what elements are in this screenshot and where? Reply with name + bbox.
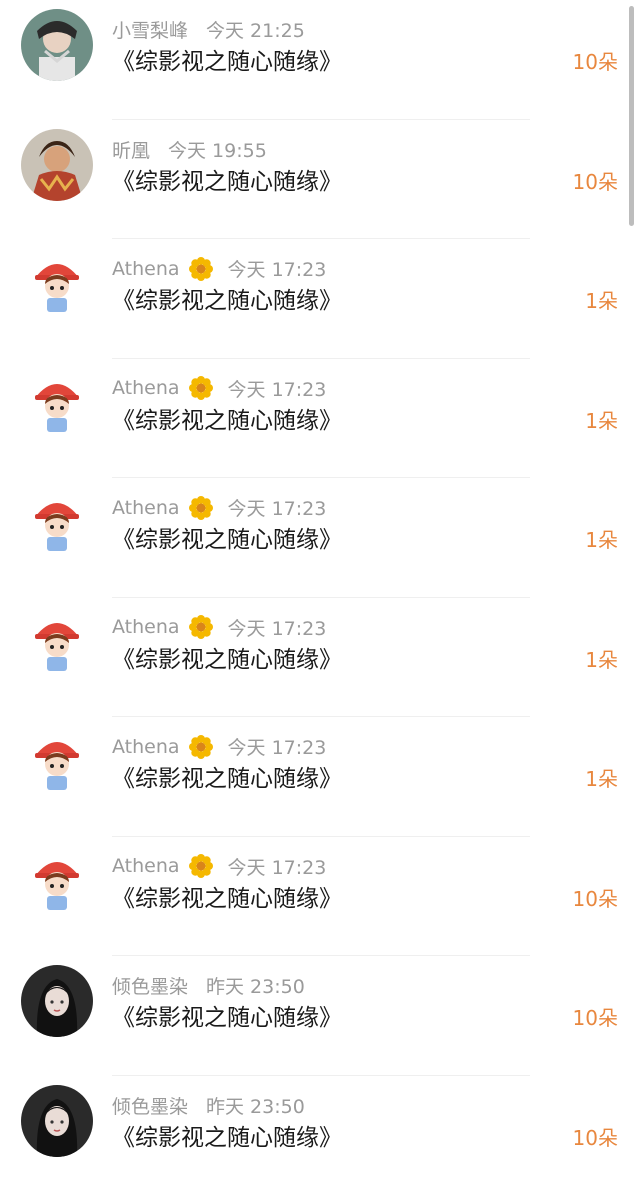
flower-count: 1朵: [585, 285, 618, 314]
list-item[interactable]: Athena 今天 17:23 《综影视之随心随缘》 1朵: [0, 478, 640, 598]
item-title[interactable]: 《综影视之随心随缘》: [112, 281, 342, 315]
timestamp: 昨天 23:50: [206, 1092, 305, 1119]
list-item[interactable]: 小雪梨峰 今天 21:25 《综影视之随心随缘》 10朵: [0, 0, 640, 120]
item-title[interactable]: 《综影视之随心随缘》: [112, 162, 342, 196]
flower-count: 1朵: [585, 763, 618, 792]
list-item[interactable]: 昕凰 今天 19:55 《综影视之随心随缘》 10朵: [0, 120, 640, 240]
gift-list: 小雪梨峰 今天 21:25 《综影视之随心随缘》 10朵 昕凰 今天 19:55…: [0, 0, 640, 1195]
item-title[interactable]: 《综影视之随心随缘》: [112, 759, 342, 793]
flower-count: 10朵: [573, 883, 618, 912]
flower-count: 10朵: [573, 1002, 618, 1031]
avatar[interactable]: [21, 368, 93, 440]
timestamp: 今天 17:23: [228, 614, 327, 641]
user-name[interactable]: 倾色墨染: [112, 1092, 188, 1119]
timestamp: 今天 17:23: [228, 853, 327, 880]
flower-count: 1朵: [585, 644, 618, 673]
list-item[interactable]: 倾色墨染 昨天 23:50 《综影视之随心随缘》 10朵: [0, 1076, 640, 1195]
user-name[interactable]: Athena: [112, 497, 180, 519]
item-title[interactable]: 《综影视之随心随缘》: [112, 1118, 342, 1152]
item-title[interactable]: 《综影视之随心随缘》: [112, 401, 342, 435]
timestamp: 今天 17:23: [228, 255, 327, 282]
item-title[interactable]: 《综影视之随心随缘》: [112, 998, 342, 1032]
sunflower-icon: [188, 614, 214, 640]
flower-count: 1朵: [585, 405, 618, 434]
avatar[interactable]: [21, 965, 93, 1037]
scrollbar[interactable]: [629, 6, 634, 226]
avatar[interactable]: [21, 248, 93, 320]
list-item[interactable]: Athena 今天 17:23 《综影视之随心随缘》 1朵: [0, 717, 640, 837]
sunflower-icon: [188, 375, 214, 401]
list-item[interactable]: Athena 今天 17:23 《综影视之随心随缘》 1朵: [0, 239, 640, 359]
timestamp: 今天 17:23: [228, 375, 327, 402]
avatar[interactable]: [21, 726, 93, 798]
list-item[interactable]: Athena 今天 17:23 《综影视之随心随缘》 10朵: [0, 837, 640, 957]
user-name[interactable]: 昕凰: [112, 136, 150, 163]
avatar[interactable]: [21, 9, 93, 81]
user-name[interactable]: 倾色墨染: [112, 972, 188, 999]
item-title[interactable]: 《综影视之随心随缘》: [112, 879, 342, 913]
sunflower-icon: [188, 495, 214, 521]
item-title[interactable]: 《综影视之随心随缘》: [112, 42, 342, 76]
user-name[interactable]: 小雪梨峰: [112, 16, 188, 43]
list-item[interactable]: Athena 今天 17:23 《综影视之随心随缘》 1朵: [0, 359, 640, 479]
avatar[interactable]: [21, 607, 93, 679]
list-item[interactable]: Athena 今天 17:23 《综影视之随心随缘》 1朵: [0, 598, 640, 718]
timestamp: 今天 17:23: [228, 494, 327, 521]
flower-count: 10朵: [573, 1122, 618, 1151]
sunflower-icon: [188, 734, 214, 760]
user-name[interactable]: Athena: [112, 736, 180, 758]
timestamp: 今天 19:55: [168, 136, 267, 163]
sunflower-icon: [188, 256, 214, 282]
avatar[interactable]: [21, 1085, 93, 1157]
avatar[interactable]: [21, 129, 93, 201]
timestamp: 今天 17:23: [228, 733, 327, 760]
list-item[interactable]: 倾色墨染 昨天 23:50 《综影视之随心随缘》 10朵: [0, 956, 640, 1076]
flower-count: 1朵: [585, 524, 618, 553]
item-title[interactable]: 《综影视之随心随缘》: [112, 520, 342, 554]
user-name[interactable]: Athena: [112, 258, 180, 280]
avatar[interactable]: [21, 846, 93, 918]
user-name[interactable]: Athena: [112, 855, 180, 877]
timestamp: 昨天 23:50: [206, 972, 305, 999]
avatar[interactable]: [21, 487, 93, 559]
flower-count: 10朵: [573, 46, 618, 75]
sunflower-icon: [188, 853, 214, 879]
item-title[interactable]: 《综影视之随心随缘》: [112, 640, 342, 674]
user-name[interactable]: Athena: [112, 377, 180, 399]
flower-count: 10朵: [573, 166, 618, 195]
user-name[interactable]: Athena: [112, 616, 180, 638]
timestamp: 今天 21:25: [206, 16, 305, 43]
